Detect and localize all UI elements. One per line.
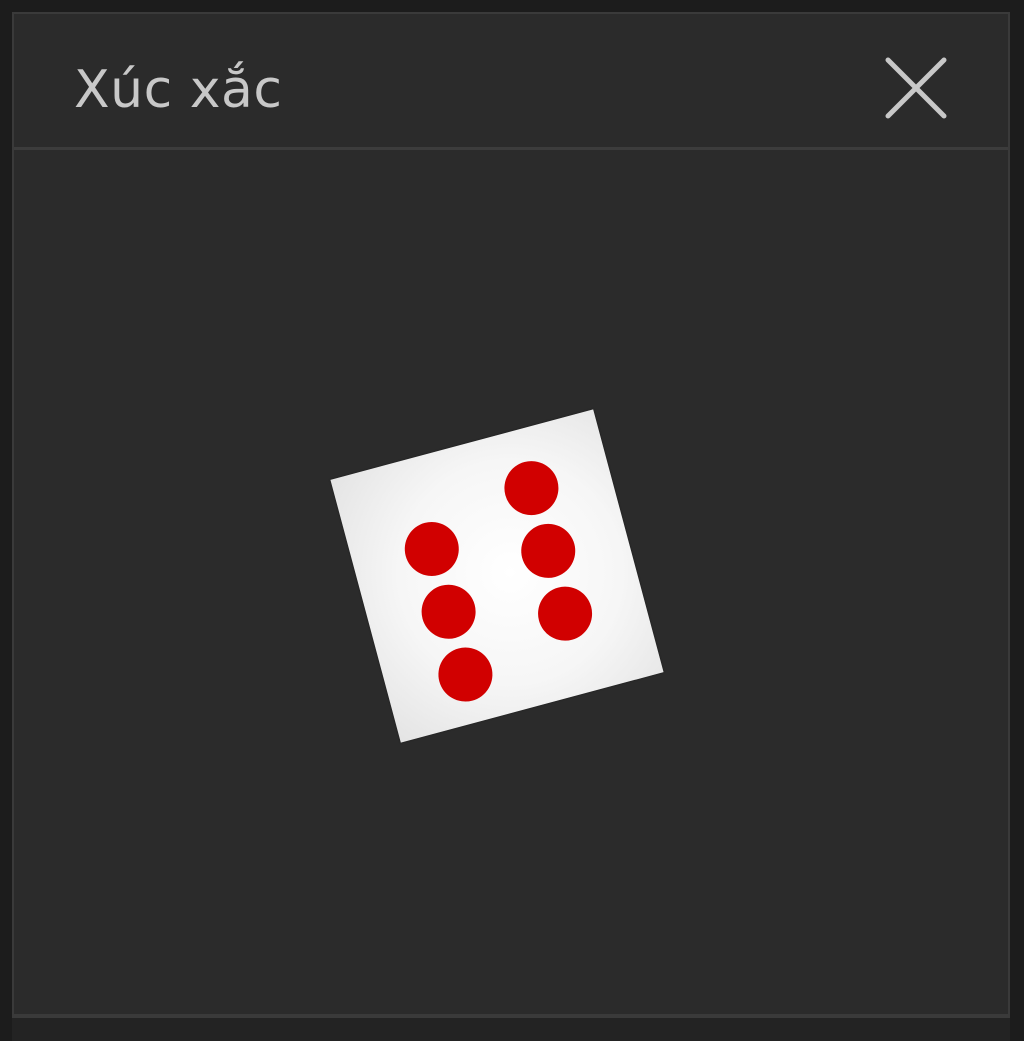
dice-pip: [398, 515, 465, 583]
dice-pip: [498, 455, 565, 522]
dice-pip: [415, 578, 482, 645]
title-bar: Xúc xắc: [14, 14, 1008, 150]
window-title: Xúc xắc: [74, 60, 283, 120]
dice-pip: [515, 517, 582, 584]
dice-pip: [432, 641, 499, 708]
close-icon: [885, 57, 947, 119]
dice-pip: [531, 580, 599, 647]
bottom-edge: [12, 1016, 1010, 1041]
close-button[interactable]: [876, 48, 956, 128]
